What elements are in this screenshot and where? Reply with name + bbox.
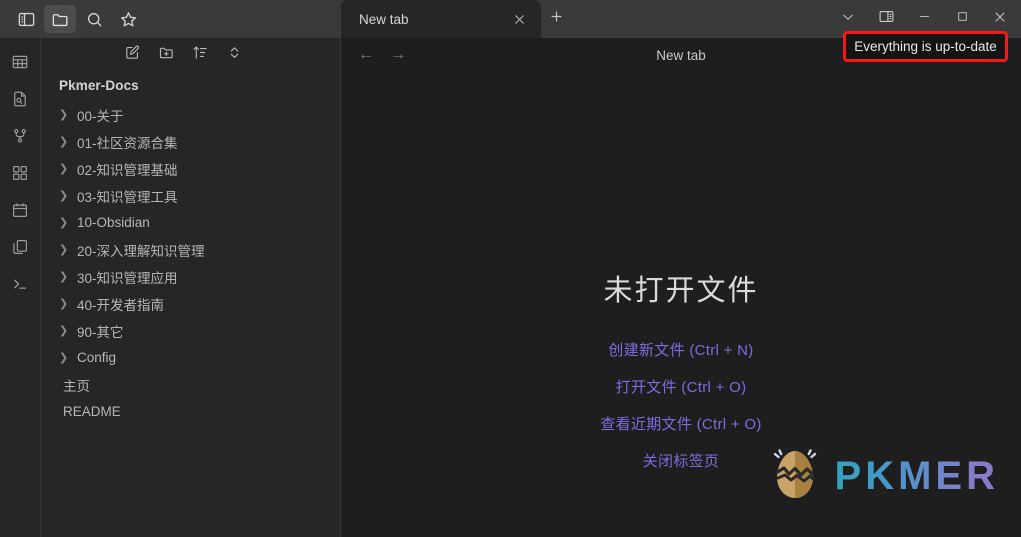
tree-item-folder[interactable]: ❯ 90-其它 xyxy=(41,317,340,344)
tree-item-label: 20-深入理解知识管理 xyxy=(77,243,205,259)
right-sidebar-icon xyxy=(878,8,895,30)
tree-item-folder[interactable]: ❯ 02-知识管理基础 xyxy=(41,155,340,182)
tree-item-label: 30-知识管理应用 xyxy=(77,270,178,286)
terminal-icon xyxy=(11,275,29,298)
sort-button[interactable] xyxy=(190,45,210,65)
chevron-right-icon: ❯ xyxy=(59,352,69,364)
calendar-icon xyxy=(11,201,29,224)
empty-state-title: 未打开文件 xyxy=(603,275,759,307)
open-file-link[interactable]: 打开文件 (Ctrl + O) xyxy=(616,376,747,397)
main-area: New tab ← → New tab 未打开文件 创建新文件 (Ctrl + … xyxy=(341,0,1021,537)
create-new-file-link[interactable]: 创建新文件 (Ctrl + N) xyxy=(608,339,753,360)
chevron-right-icon: ❯ xyxy=(59,136,69,148)
file-tree-panel: Pkmer-Docs ❯ 00-关于 ❯ 01-社区资源合集 ❯ 02-知识管理… xyxy=(41,38,340,537)
egg-icon xyxy=(765,443,825,510)
chevron-right-icon: ❯ xyxy=(59,271,69,283)
tree-item-label: 40-开发者指南 xyxy=(77,297,165,313)
search-icon xyxy=(85,10,104,29)
sync-status-tooltip-text: Everything is up-to-date xyxy=(854,39,997,54)
tab-title: New tab xyxy=(359,11,409,27)
files-button[interactable] xyxy=(44,5,76,33)
tree-item-file[interactable]: README xyxy=(41,398,340,425)
tree-item-folder[interactable]: ❯ 01-社区资源合集 xyxy=(41,128,340,155)
star-icon xyxy=(119,10,138,29)
tree-item-folder[interactable]: ❯ 00-关于 xyxy=(41,101,340,128)
collapse-icon xyxy=(226,44,243,66)
nav-forward-button[interactable]: → xyxy=(387,44,409,66)
new-folder-icon xyxy=(158,44,175,66)
rail-item-templates[interactable] xyxy=(6,235,34,263)
sidebar-toggle-icon xyxy=(17,10,36,29)
chevron-right-icon: ❯ xyxy=(59,244,69,256)
rail-item-dashboard[interactable] xyxy=(6,161,34,189)
rail-item-git[interactable] xyxy=(6,124,34,152)
chevron-right-icon: ❯ xyxy=(59,109,69,121)
file-tree-toolbar xyxy=(41,38,340,72)
tree-item-label: 00-关于 xyxy=(77,108,124,124)
tree-item-folder[interactable]: ❯ 30-知识管理应用 xyxy=(41,263,340,290)
file-tree-list: ❯ 00-关于 ❯ 01-社区资源合集 ❯ 02-知识管理基础 ❯ 03-知识管… xyxy=(41,99,340,425)
left-toolbar xyxy=(0,0,340,38)
folder-icon xyxy=(51,10,70,29)
tree-item-label: 02-知识管理基础 xyxy=(77,162,178,178)
git-branch-icon xyxy=(11,127,29,150)
tree-item-label: 90-其它 xyxy=(77,324,124,340)
app-window: Pkmer-Docs ❯ 00-关于 ❯ 01-社区资源合集 ❯ 02-知识管理… xyxy=(0,0,1021,537)
vault-name: Pkmer-Docs xyxy=(59,78,139,93)
tab-strip: New tab xyxy=(341,0,571,38)
pkmer-wordmark: PKMER xyxy=(834,454,999,498)
tree-item-folder[interactable]: ❯ 10-Obsidian xyxy=(41,209,340,236)
rail-item-calendar[interactable] xyxy=(6,198,34,226)
chevron-down-icon xyxy=(841,10,855,29)
tree-item-folder[interactable]: ❯ 40-开发者指南 xyxy=(41,290,340,317)
recent-files-link[interactable]: 查看近期文件 (Ctrl + O) xyxy=(600,413,761,434)
close-tab-link[interactable]: 关闭标签页 xyxy=(643,450,720,471)
tree-item-file[interactable]: 主页 xyxy=(41,371,340,398)
pkmer-logo: PKMER xyxy=(765,443,999,510)
tree-item-folder[interactable]: ❯ Config xyxy=(41,344,340,371)
chevron-right-icon: ❯ xyxy=(59,325,69,337)
close-tab-button[interactable] xyxy=(509,9,529,29)
tree-item-label: Config xyxy=(77,350,117,365)
new-note-icon xyxy=(124,44,141,66)
tab-new-tab[interactable]: New tab xyxy=(341,0,541,38)
nav-buttons: ← → xyxy=(355,44,409,66)
sort-icon xyxy=(192,44,209,66)
plus-icon xyxy=(549,9,564,29)
close-icon xyxy=(993,10,1007,29)
copy-files-icon xyxy=(11,238,29,261)
tree-item-label: 10-Obsidian xyxy=(77,215,150,230)
left-body: Pkmer-Docs ❯ 00-关于 ❯ 01-社区资源合集 ❯ 02-知识管理… xyxy=(0,38,340,537)
sync-status-tooltip: Everything is up-to-date xyxy=(843,31,1008,62)
empty-state: 未打开文件 创建新文件 (Ctrl + N) 打开文件 (Ctrl + O) 查… xyxy=(341,72,1021,537)
tree-item-label: 03-知识管理工具 xyxy=(77,189,178,205)
left-panel: Pkmer-Docs ❯ 00-关于 ❯ 01-社区资源合集 ❯ 02-知识管理… xyxy=(0,0,341,537)
new-folder-button[interactable] xyxy=(156,45,176,65)
activity-rail xyxy=(0,38,41,537)
minimize-icon xyxy=(918,10,931,28)
rail-item-file-search[interactable] xyxy=(6,87,34,115)
tree-item-label: 01-社区资源合集 xyxy=(77,135,178,151)
maximize-icon xyxy=(956,10,969,28)
dashboard-icon xyxy=(11,164,29,187)
search-button[interactable] xyxy=(78,5,110,33)
nav-back-button[interactable]: ← xyxy=(355,44,377,66)
chevron-right-icon: ❯ xyxy=(59,217,69,229)
chevron-right-icon: ❯ xyxy=(59,163,69,175)
rail-item-table[interactable] xyxy=(6,50,34,78)
new-note-button[interactable] xyxy=(122,45,142,65)
chevron-right-icon: ❯ xyxy=(59,298,69,310)
tree-item-label: README xyxy=(63,404,121,419)
chevron-right-icon: ❯ xyxy=(59,190,69,202)
bookmarks-button[interactable] xyxy=(112,5,144,33)
new-tab-button[interactable] xyxy=(541,0,571,38)
file-search-icon xyxy=(11,90,29,113)
table-icon xyxy=(11,53,29,76)
tree-item-folder[interactable]: ❯ 03-知识管理工具 xyxy=(41,182,340,209)
tree-item-folder[interactable]: ❯ 20-深入理解知识管理 xyxy=(41,236,340,263)
rail-item-terminal[interactable] xyxy=(6,272,34,300)
sidebar-toggle-button[interactable] xyxy=(10,5,42,33)
tree-item-label: 主页 xyxy=(63,378,90,394)
collapse-all-button[interactable] xyxy=(224,45,244,65)
